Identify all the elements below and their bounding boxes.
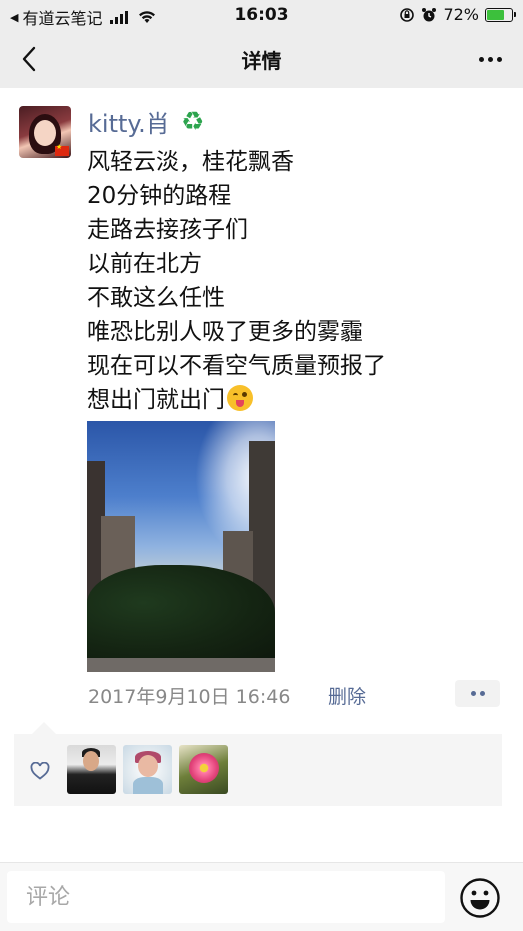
comment-input[interactable] — [7, 871, 445, 923]
post-line: 唯恐比别人吸了更多的雾霾 — [87, 319, 363, 345]
recycle-icon: ♻ — [177, 106, 208, 137]
china-flag-icon — [55, 143, 69, 156]
post-text: 风轻云淡，桂花飘香 20分钟的路程 走路去接孩子们 以前在北方 不敢这么任性 唯… — [87, 145, 507, 417]
post-line: 走路去接孩子们 — [87, 217, 248, 243]
poster-name-label: kitty.肖 — [88, 110, 170, 138]
post-line: 以前在北方 — [87, 251, 202, 277]
poster-avatar[interactable] — [19, 106, 71, 158]
page-title: 详情 — [241, 49, 282, 73]
post-line: 想出门就出门 — [87, 387, 225, 413]
nav-bar: 详情 — [0, 30, 523, 88]
status-right: 72% — [399, 5, 516, 24]
likes-panel — [14, 722, 502, 806]
alarm-icon — [422, 7, 437, 21]
smiley-icon[interactable] — [459, 877, 501, 919]
heart-outline-icon — [30, 762, 50, 780]
post-line-last: 想出门就出门 — [87, 383, 507, 417]
more-horizontal-icon — [478, 56, 484, 62]
more-button[interactable] — [473, 44, 507, 74]
liker-avatar[interactable] — [123, 745, 172, 794]
post-line: 不敢这么任性 — [87, 285, 225, 311]
post-photo[interactable] — [87, 421, 275, 672]
status-bar: ◀ 有道云笔记 16:03 72% — [0, 0, 523, 30]
liker-avatar[interactable] — [179, 745, 228, 794]
orientation-lock-icon — [400, 7, 415, 22]
liker-avatar[interactable] — [67, 745, 116, 794]
post-timestamp: 2017年9月10日 16:46 — [88, 686, 291, 708]
lotus-flower-icon — [189, 753, 219, 783]
post-line: 20分钟的路程 — [87, 183, 232, 209]
more-dots-icon — [470, 691, 476, 696]
wink-tongue-icon — [227, 385, 253, 411]
comment-bar — [0, 862, 523, 931]
delete-button[interactable]: 删除 — [328, 682, 366, 709]
post-line: 现在可以不看空气质量预报了 — [87, 353, 386, 379]
battery-percent: 72% — [443, 5, 479, 24]
post-line: 风轻云淡，桂花飘香 — [87, 149, 294, 175]
post-actions-button[interactable] — [455, 680, 500, 707]
battery-fill — [487, 9, 505, 20]
poster-name[interactable]: kitty.肖 ♻ — [88, 104, 208, 139]
battery-icon — [485, 7, 516, 22]
